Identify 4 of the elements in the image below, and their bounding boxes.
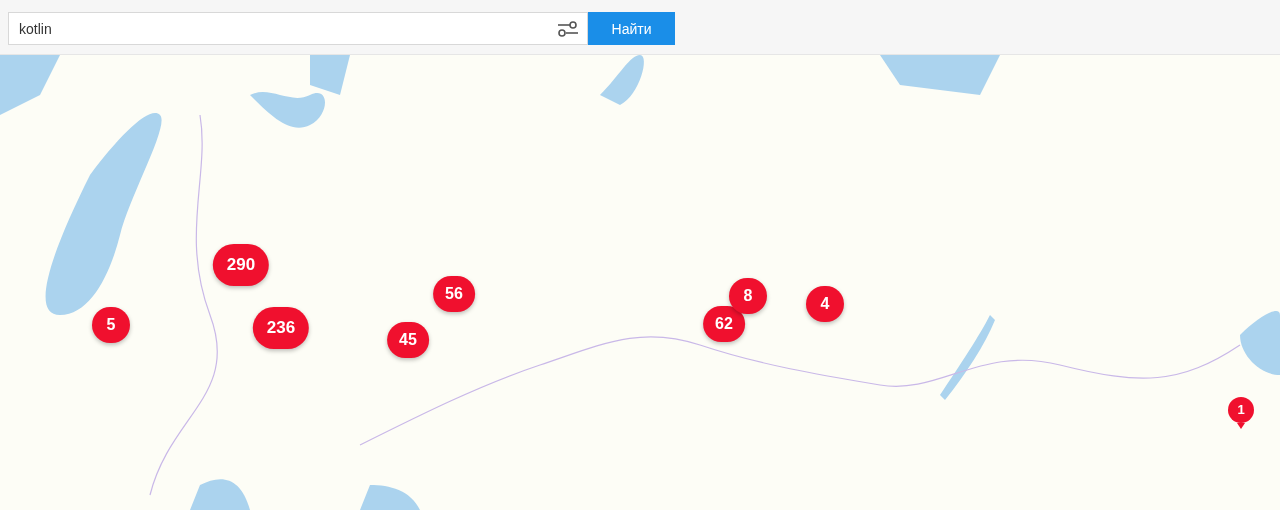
search-field[interactable]: kotlin	[9, 20, 557, 37]
filter-settings-icon[interactable]	[557, 19, 579, 38]
search-box[interactable]: kotlin	[8, 12, 588, 45]
search-button[interactable]: Найти	[588, 12, 675, 45]
